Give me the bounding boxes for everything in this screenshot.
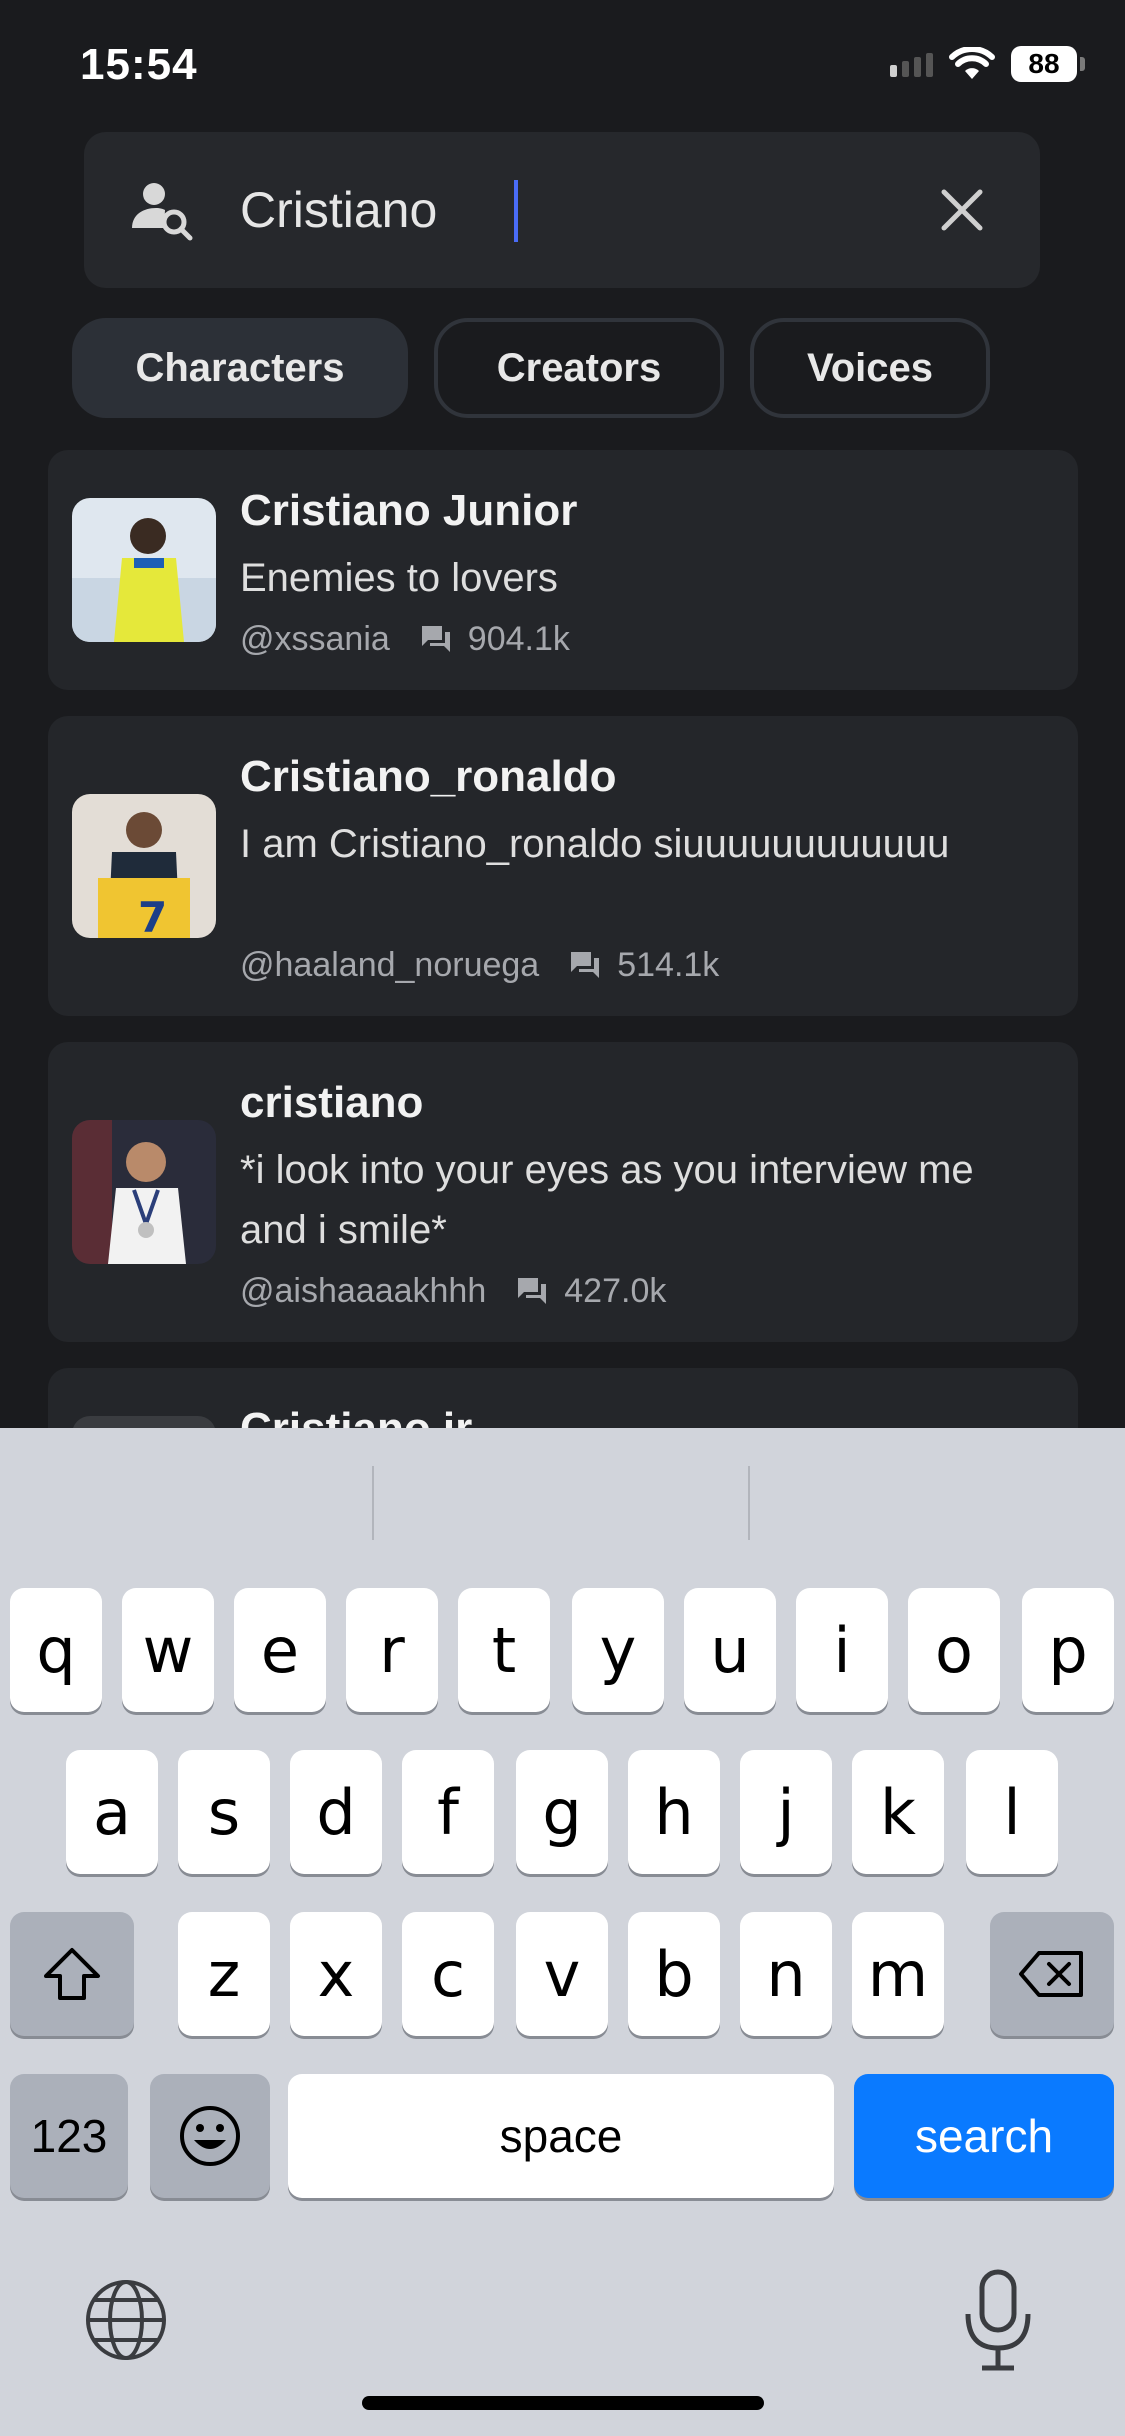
- space-key[interactable]: space: [288, 2074, 834, 2198]
- list-item[interactable]: Cristiano Junior Enemies to lovers @xssa…: [48, 450, 1078, 690]
- key-r[interactable]: r: [346, 1588, 438, 1712]
- key-g[interactable]: g: [516, 1750, 608, 1874]
- chat-icon: [571, 951, 600, 978]
- shift-icon: [44, 1948, 100, 2000]
- suggestion-divider: [748, 1466, 750, 1540]
- status-time: 15:54: [80, 40, 198, 89]
- key-n[interactable]: n: [740, 1912, 832, 2036]
- list-item[interactable]: 7 Cristiano_ronaldo I am Cristiano_ronal…: [48, 716, 1078, 1016]
- key-b[interactable]: b: [628, 1912, 720, 2036]
- close-icon[interactable]: [938, 186, 986, 234]
- person-search-icon: [132, 183, 193, 241]
- search-input[interactable]: [240, 174, 940, 246]
- key-s[interactable]: s: [178, 1750, 270, 1874]
- tab-creators[interactable]: Creators: [434, 318, 724, 418]
- key-e[interactable]: e: [234, 1588, 326, 1712]
- backspace-key[interactable]: [990, 1912, 1114, 2036]
- key-k[interactable]: k: [852, 1750, 944, 1874]
- battery-indicator: 88: [1011, 46, 1085, 82]
- battery-level: 88: [1011, 46, 1077, 82]
- avatar: 7: [72, 794, 216, 938]
- list-item[interactable]: cristiano *i look into your eyes as you …: [48, 1042, 1078, 1342]
- battery-cap: [1080, 57, 1085, 71]
- chat-count: 514.1k: [617, 946, 720, 984]
- key-d[interactable]: d: [290, 1750, 382, 1874]
- text-caret: [514, 180, 518, 242]
- chat-count: 904.1k: [467, 620, 570, 658]
- key-u[interactable]: u: [684, 1588, 776, 1712]
- character-name: Cristiano Junior: [240, 486, 578, 535]
- key-x[interactable]: x: [290, 1912, 382, 2036]
- wifi-icon: [949, 47, 995, 79]
- microphone-icon[interactable]: [958, 2268, 1038, 2372]
- emoji-icon: [180, 2106, 240, 2166]
- key-j[interactable]: j: [740, 1750, 832, 1874]
- key-v[interactable]: v: [516, 1912, 608, 2036]
- suggestion-divider: [372, 1466, 374, 1540]
- character-name: cristiano: [240, 1078, 424, 1127]
- key-l[interactable]: l: [966, 1750, 1058, 1874]
- shift-key[interactable]: [10, 1912, 134, 2036]
- creator-handle[interactable]: @xssania: [240, 620, 390, 659]
- key-c[interactable]: c: [402, 1912, 494, 2036]
- character-description: Enemies to lovers: [240, 556, 558, 600]
- home-indicator[interactable]: [362, 2396, 764, 2410]
- key-m[interactable]: m: [852, 1912, 944, 2036]
- status-indicators: 88: [890, 46, 1085, 82]
- character-description: I am Cristiano_ronaldo siuuuuuuuuuuuu: [240, 822, 950, 866]
- character-meta: @haaland_noruega 514.1k: [240, 946, 719, 985]
- creator-handle[interactable]: @haaland_noruega: [240, 946, 539, 985]
- filter-tabs: Characters Creators Voices: [72, 318, 990, 418]
- tab-characters[interactable]: Characters: [72, 318, 408, 418]
- key-a[interactable]: a: [66, 1750, 158, 1874]
- key-t[interactable]: t: [458, 1588, 550, 1712]
- character-meta: @aishaaaakhhh 427.0k: [240, 1272, 666, 1311]
- key-q[interactable]: q: [10, 1588, 102, 1712]
- avatar: [72, 1120, 216, 1264]
- key-z[interactable]: z: [178, 1912, 270, 2036]
- key-y[interactable]: y: [572, 1588, 664, 1712]
- tab-voices[interactable]: Voices: [750, 318, 990, 418]
- creator-handle[interactable]: @aishaaaakhhh: [240, 1272, 486, 1311]
- character-description: *i look into your eyes as you interview …: [240, 1148, 974, 1252]
- svg-text:7: 7: [138, 893, 167, 938]
- key-p[interactable]: p: [1022, 1588, 1114, 1712]
- key-w[interactable]: w: [122, 1588, 214, 1712]
- chat-icon: [518, 1277, 547, 1304]
- numbers-key[interactable]: 123: [10, 2074, 128, 2198]
- character-meta: @xssania 904.1k: [240, 620, 570, 659]
- avatar: [72, 498, 216, 642]
- chat-icon: [421, 625, 450, 652]
- key-i[interactable]: i: [796, 1588, 888, 1712]
- search-bar[interactable]: [84, 132, 1040, 288]
- globe-icon[interactable]: [84, 2278, 168, 2362]
- chat-count: 427.0k: [564, 1272, 667, 1310]
- emoji-key[interactable]: [150, 2074, 270, 2198]
- character-name: Cristiano_ronaldo: [240, 752, 617, 801]
- cellular-signal-icon: [890, 51, 933, 77]
- key-h[interactable]: h: [628, 1750, 720, 1874]
- key-f[interactable]: f: [402, 1750, 494, 1874]
- backspace-icon: [1019, 1951, 1083, 1997]
- search-key[interactable]: search: [854, 2074, 1114, 2198]
- key-o[interactable]: o: [908, 1588, 1000, 1712]
